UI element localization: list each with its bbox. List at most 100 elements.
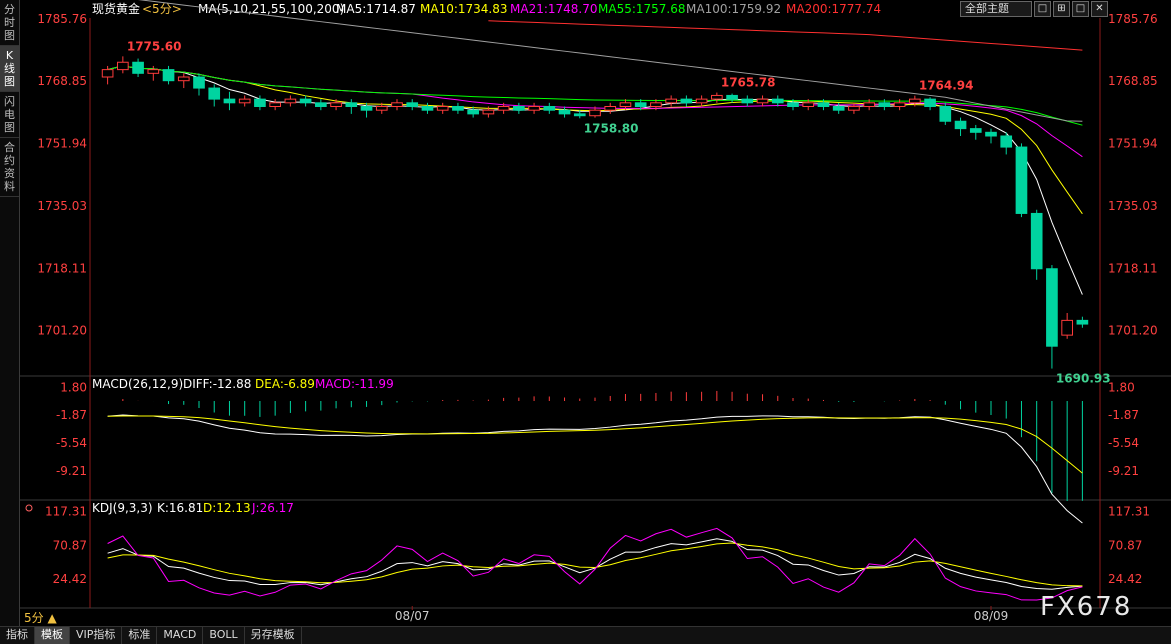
bottom-tab-2[interactable]: VIP指标	[70, 627, 123, 644]
candle-body-50	[863, 102, 875, 107]
candle-body-14	[315, 102, 327, 107]
candle-body-57	[969, 128, 982, 133]
candle-body-27	[513, 106, 525, 111]
candle-body-51	[878, 102, 891, 107]
kdj-tick-right-0: 117.31	[1108, 505, 1150, 519]
candle-body-37	[665, 98, 677, 104]
candle-body-4	[162, 69, 175, 82]
ma-value-3: MA55:1757.68	[598, 2, 686, 16]
kdj-j: J:26.17	[251, 501, 294, 515]
candle-body-8	[223, 98, 236, 104]
price-annotation-3: 1758.80	[584, 121, 639, 135]
price-tick-right-5: 1701.20	[1108, 324, 1158, 338]
kdj-tick-right-2: 24.42	[1108, 572, 1142, 586]
price-tick-left-4: 1718.11	[37, 261, 87, 275]
macd-dea: DEA:-6.89	[255, 377, 315, 391]
bottom-tab-1[interactable]: 模板	[35, 627, 70, 644]
price-tick-left-1: 1768.85	[37, 74, 87, 88]
price-annotation-0: 1775.60	[127, 39, 182, 53]
kdj-k: K:16.81	[157, 501, 203, 515]
close-icon[interactable]: ✕	[1091, 1, 1108, 17]
price-tick-left-3: 1735.03	[37, 199, 87, 213]
candle-body-63	[1061, 319, 1073, 336]
bottom-tab-0[interactable]: 指标	[0, 627, 35, 644]
candle-body-16	[345, 102, 358, 107]
macd-value: MACD:-11.99	[315, 377, 394, 391]
bottom-tab-6[interactable]: 另存模板	[245, 627, 302, 644]
macd-tick-left-3: -9.21	[56, 464, 87, 478]
candle-body-35	[634, 102, 647, 107]
window-maximize-icon[interactable]: □	[1072, 1, 1089, 17]
kdj-tick-right-1: 70.87	[1108, 538, 1142, 552]
macd-tick-left-2: -5.54	[56, 436, 87, 450]
kdj-d: D:12.13	[203, 501, 251, 515]
candle-body-25	[482, 109, 495, 115]
candle-body-48	[832, 106, 845, 111]
candle-body-58	[985, 131, 997, 137]
candle-body-34	[619, 102, 632, 107]
period-selector[interactable]: 5分 ▲	[24, 609, 57, 626]
sidebar-tab-3[interactable]: 合约资料	[0, 138, 19, 197]
ma-value-1: MA10:1734.83	[420, 2, 508, 16]
candle-body-56	[954, 120, 967, 130]
sidebar-tab-0[interactable]: 分时图	[0, 0, 19, 46]
candle-body-31	[573, 113, 586, 117]
candle-body-40	[711, 94, 723, 100]
ma-value-0: MA5:1714.87	[336, 2, 416, 16]
bottom-tab-4[interactable]: MACD	[157, 627, 204, 644]
chart-canvas[interactable]: 现货黄金 <5分> MA(5,10,21,55,100,200)MA5:1714.8…	[20, 0, 1171, 626]
candle-body-45	[787, 102, 799, 107]
candle-body-30	[558, 109, 571, 115]
candle-body-19	[391, 102, 403, 107]
macd-tick-right-0: 1.80	[1108, 380, 1135, 394]
candle-body-46	[802, 102, 815, 107]
price-tick-right-0: 1785.76	[1108, 12, 1158, 26]
candle-body-7	[208, 87, 221, 100]
candle-body-43	[756, 98, 769, 104]
candle-body-55	[939, 106, 952, 122]
macd-label: MACD(26,12,9)	[92, 377, 183, 391]
sidebar: 分时图K线图闪电图合约资料	[0, 0, 20, 626]
candle-body-5	[177, 76, 190, 82]
window-restore-icon[interactable]: □	[1034, 1, 1051, 17]
candle-body-17	[360, 106, 373, 111]
candle-body-10	[254, 98, 266, 107]
candle-body-6	[193, 76, 205, 89]
macd-tick-right-1: -1.87	[1108, 408, 1139, 422]
candle-body-20	[406, 102, 419, 107]
candle-body-53	[909, 98, 921, 104]
candle-body-21	[421, 106, 434, 111]
kdj-tick-left-0: 117.31	[45, 505, 87, 519]
candle-body-59	[1000, 135, 1013, 148]
ma-value-4: MA100:1759.92	[686, 2, 781, 16]
candle-body-36	[650, 102, 662, 107]
candle-body-24	[467, 109, 479, 115]
price-tick-left-5: 1701.20	[37, 324, 87, 338]
window-tile-icon[interactable]: ⊞	[1053, 1, 1070, 17]
candle-body-0	[101, 69, 114, 78]
sidebar-tab-1[interactable]: K线图	[0, 46, 19, 92]
candle-body-49	[848, 106, 860, 111]
bottom-tab-5[interactable]: BOLL	[203, 627, 245, 644]
sidebar-tab-2[interactable]: 闪电图	[0, 92, 19, 138]
theme-selector[interactable]: 全部主题	[960, 1, 1032, 17]
macd-tick-left-0: 1.80	[60, 380, 87, 394]
candle-body-54	[924, 98, 936, 107]
candle-body-18	[375, 106, 388, 111]
background	[20, 0, 1171, 626]
ma-value-5: MA200:1777.74	[786, 2, 881, 16]
candle-body-3	[147, 69, 160, 74]
kdj-tick-left-2: 24.42	[53, 572, 87, 586]
candle-body-64	[1076, 319, 1089, 325]
bottom-tabbar: 指标 模板 VIP指标 标准 MACD BOLL 另存模板	[0, 626, 1171, 644]
price-tick-right-4: 1718.11	[1108, 261, 1158, 275]
candle-body-15	[330, 102, 342, 107]
ma-value-2: MA21:1748.70	[510, 2, 598, 16]
kdj-label: KDJ(9,3,3)	[92, 501, 153, 515]
top-controls: 全部主题 □ ⊞ □ ✕	[960, 1, 1108, 17]
candle-body-2	[132, 61, 144, 74]
candle-body-32	[589, 109, 601, 117]
candle-body-33	[604, 106, 617, 111]
bottom-tab-3[interactable]: 标准	[122, 627, 158, 644]
candle-body-62	[1046, 268, 1058, 347]
